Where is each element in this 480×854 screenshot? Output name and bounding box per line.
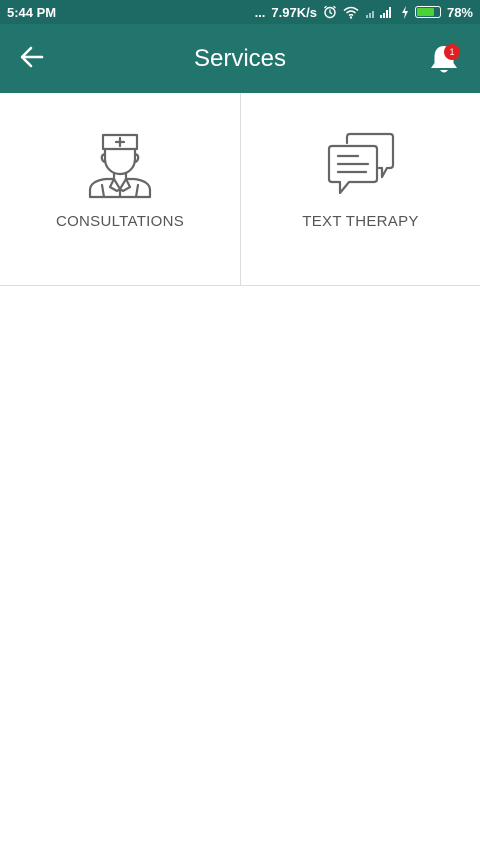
service-tile-consultations[interactable]: CONSULTATIONS	[0, 93, 240, 285]
notification-badge: 1	[444, 44, 460, 60]
wifi-icon	[343, 6, 359, 19]
chat-bubbles-icon	[325, 129, 397, 201]
network-speed: 7.97K/s	[271, 4, 317, 20]
page-title: Services	[193, 45, 287, 72]
services-grid: CONSULTATIONS TEXT THERAPY	[0, 93, 480, 286]
battery-icon	[414, 6, 441, 18]
status-dots: ...	[254, 4, 266, 20]
signal-icon	[365, 6, 395, 18]
service-tile-text-therapy[interactable]: TEXT THERAPY	[240, 93, 480, 285]
service-label: TEXT THERAPY	[302, 213, 419, 230]
charging-icon	[401, 5, 409, 19]
status-indicators: ... 7.97K/s 78%	[255, 5, 473, 20]
battery-percent: 78%	[446, 4, 473, 20]
status-bar: 5:44 PM ... 7.97K/s 78%	[0, 0, 480, 24]
app-bar: Services 1	[0, 24, 480, 93]
battery-level	[416, 8, 435, 16]
doctor-icon	[84, 129, 156, 201]
status-time: 5:44 PM	[7, 4, 57, 20]
service-label: CONSULTATIONS	[55, 213, 185, 230]
notifications-button[interactable]: 1	[426, 42, 466, 78]
alarm-icon	[323, 5, 337, 19]
